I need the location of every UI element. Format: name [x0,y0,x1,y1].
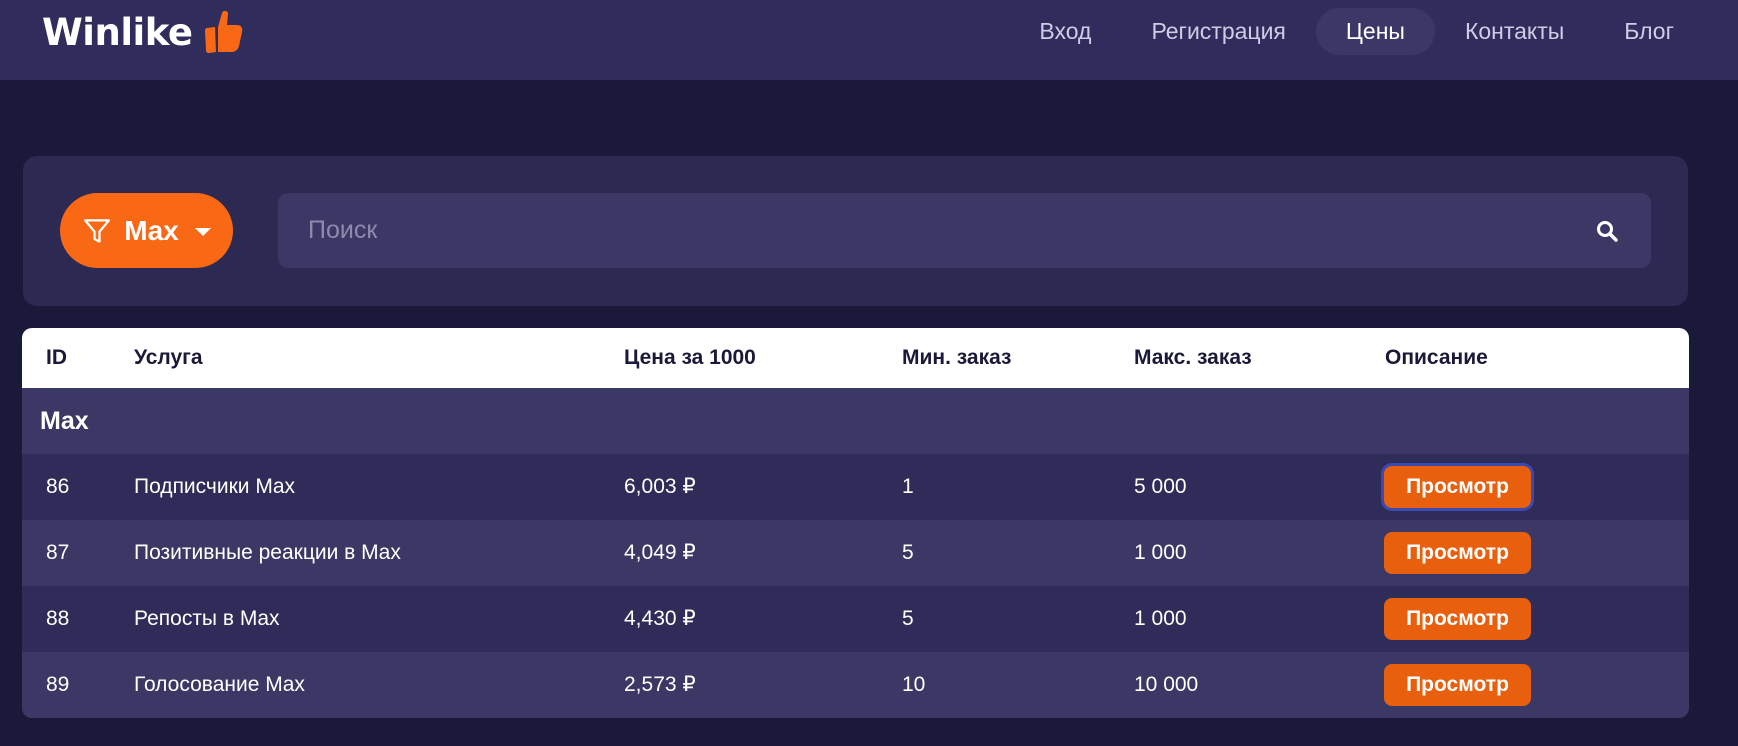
search-input[interactable] [278,193,1651,268]
header-max-order: Макс. заказ [1134,346,1252,369]
cell-id: 86 [46,475,70,498]
view-button[interactable]: Просмотр [1384,598,1531,640]
view-button[interactable]: Просмотр [1384,466,1531,508]
header-price: Цена за 1000 [624,346,756,369]
table-row: 88 Репосты в Max 4,430 ₽ 5 1 000 Просмот… [22,586,1689,652]
nav-prices[interactable]: Цены [1315,8,1435,55]
cell-max-order: 1 000 [1134,541,1187,564]
prices-table: ID Услуга Цена за 1000 Мин. заказ Макс. … [22,328,1689,718]
cell-price: 6,003 ₽ [624,475,696,498]
cell-service: Репосты в Max [134,607,280,630]
platform-filter-dropdown[interactable]: Max [60,193,233,268]
header-description: Описание [1385,346,1488,369]
table-row: 87 Позитивные реакции в Max 4,049 ₽ 5 1 … [22,520,1689,586]
cell-price: 2,573 ₽ [624,673,696,696]
table-header: ID Услуга Цена за 1000 Мин. заказ Макс. … [22,328,1689,388]
cell-id: 89 [46,673,70,696]
header-service: Услуга [134,346,203,369]
table-row: 89 Голосование Max 2,573 ₽ 10 10 000 Про… [22,652,1689,718]
cell-max-order: 5 000 [1134,475,1187,498]
cell-id: 88 [46,607,70,630]
site-header: Winlike Вход Регистрация Цены Контакты Б… [0,0,1738,80]
view-button[interactable]: Просмотр [1384,532,1531,574]
nav-login[interactable]: Вход [1009,8,1121,55]
funnel-icon [84,218,111,243]
cell-min-order: 5 [902,607,914,630]
cell-min-order: 10 [902,673,926,696]
cell-min-order: 1 [902,475,914,498]
header-id: ID [46,346,67,369]
main-nav: Вход Регистрация Цены Контакты Блог [1009,8,1704,55]
filter-panel: Max [23,156,1688,306]
logo-text: Winlike [42,10,193,54]
view-button[interactable]: Просмотр [1384,664,1531,706]
cell-price: 4,049 ₽ [624,541,696,564]
cell-id: 87 [46,541,70,564]
nav-contacts[interactable]: Контакты [1435,8,1594,55]
cell-price: 4,430 ₽ [624,607,696,630]
nav-register[interactable]: Регистрация [1121,8,1315,55]
header-min-order: Мин. заказ [902,346,1012,369]
cell-max-order: 1 000 [1134,607,1187,630]
search-icon[interactable] [1596,220,1618,242]
filter-selected-label: Max [124,214,179,246]
category-row: Max [22,388,1689,454]
nav-blog[interactable]: Блог [1594,8,1704,55]
search-box [278,193,1651,268]
category-label: Max [40,407,89,435]
cell-service: Подписчики Max [134,475,296,498]
cell-min-order: 5 [902,541,914,564]
logo[interactable]: Winlike [42,6,244,58]
table-row: 86 Подписчики Max 6,003 ₽ 1 5 000 Просмо… [22,454,1689,520]
cell-service: Голосование Max [134,673,305,696]
cell-max-order: 10 000 [1134,673,1199,696]
cell-service: Позитивные реакции в Max [134,541,401,564]
thumbs-up-icon [205,10,243,53]
chevron-down-icon [194,227,211,236]
